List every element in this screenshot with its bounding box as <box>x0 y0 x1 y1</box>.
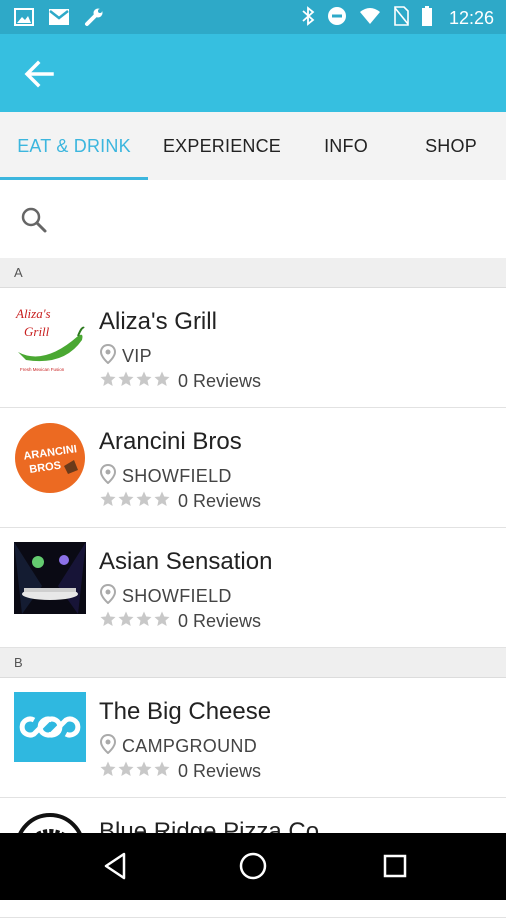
category-tabs: EAT & DRINK EXPERIENCE INFO SHOP <box>0 112 506 180</box>
tab-info[interactable]: INFO <box>296 112 396 180</box>
svg-text:Grill: Grill <box>24 324 50 339</box>
star-icon <box>100 371 116 392</box>
location-pin-icon <box>99 343 117 369</box>
item-rating: 0 Reviews <box>100 491 261 512</box>
search-icon <box>20 206 48 239</box>
recents-square-icon[interactable] <box>380 851 410 886</box>
tab-eat-drink[interactable]: EAT & DRINK <box>0 112 148 180</box>
wrench-icon <box>84 7 104 32</box>
location-pin-icon <box>99 583 117 609</box>
svg-text:Fresh Mexican Fusion: Fresh Mexican Fusion <box>20 367 65 372</box>
star-icon <box>154 761 170 782</box>
clock: 12:26 <box>448 8 494 28</box>
location-pin-icon <box>99 733 117 759</box>
tab-experience[interactable]: EXPERIENCE <box>148 112 296 180</box>
no-sim-icon <box>393 6 409 31</box>
image-icon <box>14 8 34 31</box>
star-icon <box>118 611 134 632</box>
item-location: VIP <box>99 343 152 369</box>
star-icon <box>100 761 116 782</box>
app-bar <box>0 34 506 112</box>
big-cheese-logo <box>14 692 86 764</box>
item-location: SHOWFIELD <box>99 583 232 609</box>
star-icon <box>118 491 134 512</box>
review-count: 0 Reviews <box>178 491 262 511</box>
arrow-left-icon <box>24 60 54 88</box>
section-header-a: A <box>0 258 506 288</box>
item-title: Asian Sensation <box>99 548 273 575</box>
item-rating: 0 Reviews <box>100 761 261 782</box>
star-icon <box>154 491 170 512</box>
home-circle-icon[interactable] <box>238 851 268 886</box>
system-nav-bar <box>0 833 506 900</box>
list-item[interactable]: Aliza's Grill Fresh Mexican Fusion Aliza… <box>0 288 506 408</box>
svg-text:Aliza's: Aliza's <box>15 306 51 321</box>
star-icon <box>154 371 170 392</box>
review-count: 0 Reviews <box>178 761 262 781</box>
section-header-b: B <box>0 648 506 678</box>
item-location: CAMPGROUND <box>99 733 257 759</box>
review-count: 0 Reviews <box>178 611 262 631</box>
back-button[interactable] <box>20 54 60 94</box>
star-icon <box>154 611 170 632</box>
star-icon <box>100 491 116 512</box>
item-title: The Big Cheese <box>99 698 272 725</box>
star-icon <box>136 761 152 782</box>
item-title: Arancini Bros <box>99 428 242 455</box>
star-icon <box>136 491 152 512</box>
asian-sensation-photo <box>14 542 86 614</box>
tab-shop[interactable]: SHOP <box>396 112 506 180</box>
list-item[interactable]: The Big Cheese CAMPGROUND 0 Reviews <box>0 678 506 798</box>
bluetooth-icon <box>301 6 315 31</box>
location-pin-icon <box>99 463 117 489</box>
item-title: Aliza's Grill <box>99 308 217 335</box>
arancini-bros-logo: ARANCINI BROS <box>14 422 86 494</box>
item-rating: 0 Reviews <box>100 371 261 392</box>
mail-icon <box>48 8 70 31</box>
wifi-icon <box>359 7 381 30</box>
star-icon <box>136 611 152 632</box>
dnd-icon <box>327 6 347 31</box>
search-input[interactable] <box>60 198 484 242</box>
item-location: SHOWFIELD <box>99 463 232 489</box>
star-icon <box>118 761 134 782</box>
item-rating: 0 Reviews <box>100 611 261 632</box>
battery-icon <box>421 6 433 31</box>
status-bar: 12:26 <box>0 0 506 34</box>
star-icon <box>118 371 134 392</box>
search-bar <box>0 180 506 258</box>
star-icon <box>136 371 152 392</box>
back-triangle-icon[interactable] <box>100 851 130 886</box>
list-item[interactable]: Asian Sensation SHOWFIELD 0 Reviews <box>0 528 506 648</box>
star-icon <box>100 611 116 632</box>
list-item[interactable]: ARANCINI BROS Arancini Bros SHOWFIELD 0 … <box>0 408 506 528</box>
review-count: 0 Reviews <box>178 371 262 391</box>
alizas-grill-logo: Aliza's Grill Fresh Mexican Fusion <box>14 302 86 374</box>
